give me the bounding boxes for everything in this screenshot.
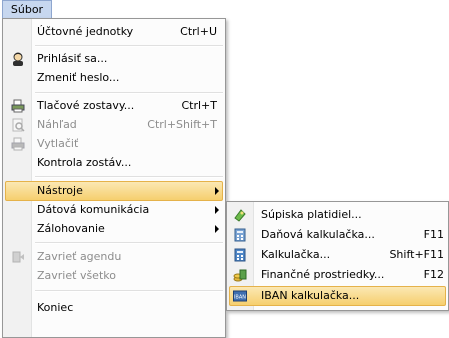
menu-item-change-password[interactable]: Zmeniť heslo... — [3, 68, 225, 88]
menu-item-label: Kontrola zostáv... — [37, 156, 132, 169]
menu-item-label: Náhľad — [37, 118, 77, 131]
menu-item-label: Dátová komunikácia — [37, 203, 150, 216]
menu-item-label: Koniec — [37, 301, 74, 314]
menu-item-shortcut: Ctrl+Shift+T — [147, 118, 217, 131]
menu-item-label: Kalkulačka... — [261, 248, 331, 261]
tools-submenu: Súpiska platidiel... Daňová kalkulačka..… — [226, 201, 449, 311]
calculator-icon — [234, 228, 246, 242]
menu-item-data-communication[interactable]: Dátová komunikácia — [3, 200, 225, 220]
submenu-arrow-icon — [215, 206, 219, 214]
submenu-item-tax-calculator[interactable]: Daňová kalkulačka... F11 — [227, 225, 448, 245]
print-preview-icon — [12, 118, 25, 132]
menu-item-print-reports[interactable]: Tlačové zostavy... Ctrl+T — [3, 96, 225, 116]
menu-item-label: Daňová kalkulačka... — [261, 228, 375, 241]
menu-item-label: Finančné prostriedky... — [261, 268, 385, 281]
menu-separator — [35, 45, 223, 47]
submenu-item-iban-calculator[interactable]: IBAN IBAN kalkulačka... — [227, 286, 448, 306]
menu-item-label: IBAN kalkulačka... — [261, 289, 360, 302]
user-icon — [13, 52, 23, 66]
menu-item-label: Súpiska platidiel... — [261, 208, 362, 221]
menu-item-label: Zmeniť heslo... — [37, 71, 120, 84]
iban-icon: IBAN — [233, 290, 247, 302]
menu-separator — [35, 92, 223, 94]
menu-separator — [35, 290, 223, 292]
printer-icon — [11, 137, 25, 151]
menu-item-label: Tlačové zostavy... — [37, 99, 135, 112]
menu-item-label: Účtovné jednotky — [37, 25, 134, 38]
menu-item-label: Prihlásiť sa... — [37, 52, 108, 65]
menu-subor-label: Súbor — [10, 3, 44, 16]
menu-bar: Súbor — [0, 0, 449, 18]
menu-separator — [35, 176, 223, 178]
money-stack-icon — [233, 269, 247, 282]
menu-item-exit[interactable]: Koniec — [3, 298, 225, 318]
menu-item-close-all: Zavrieť všetko — [3, 266, 225, 286]
submenu-item-financial-means[interactable]: Finančné prostriedky... F12 — [227, 265, 448, 285]
submenu-item-calculator[interactable]: Kalkulačka... Shift+F11 — [227, 245, 448, 265]
menu-item-tools[interactable]: Nástroje — [3, 181, 225, 201]
menu-item-shortcut: F12 — [423, 268, 444, 281]
menu-item-backup[interactable]: Zálohovanie — [3, 219, 225, 239]
menu-item-check-reports[interactable]: Kontrola zostáv... — [3, 153, 225, 173]
menu-item-close-agenda: Zavrieť agendu — [3, 247, 225, 267]
menu-item-shortcut: Ctrl+U — [180, 25, 217, 38]
menu-item-label: Zavrieť agendu — [37, 250, 122, 263]
submenu-arrow-icon — [215, 225, 219, 233]
menu-subor[interactable]: Súbor — [2, 0, 52, 18]
menu-item-label: Zavrieť všetko — [37, 269, 116, 282]
coins-icon — [234, 209, 246, 222]
menu-item-label: Nástroje — [37, 184, 83, 197]
submenu-arrow-icon — [215, 187, 219, 195]
file-menu: Účtovné jednotky Ctrl+U Prihlásiť sa... … — [2, 18, 226, 338]
calculator-icon — [234, 248, 246, 262]
submenu-item-payment-list[interactable]: Súpiska platidiel... — [227, 205, 448, 225]
printer-icon — [11, 99, 25, 113]
menu-item-accounting-units[interactable]: Účtovné jednotky Ctrl+U — [3, 22, 225, 42]
close-agenda-icon — [12, 251, 24, 263]
menu-item-label: Vytlačiť — [37, 137, 79, 150]
menu-item-shortcut: F11 — [423, 228, 444, 241]
menu-item-preview: Náhľad Ctrl+Shift+T — [3, 115, 225, 135]
menu-item-shortcut: Ctrl+T — [181, 99, 217, 112]
menu-separator — [35, 242, 223, 244]
menu-item-login-as[interactable]: Prihlásiť sa... — [3, 49, 225, 69]
menu-item-shortcut: Shift+F11 — [389, 248, 444, 261]
iban-icon-text: IBAN — [234, 295, 246, 301]
menu-item-print: Vytlačiť — [3, 134, 225, 154]
menu-item-label: Zálohovanie — [37, 222, 105, 235]
